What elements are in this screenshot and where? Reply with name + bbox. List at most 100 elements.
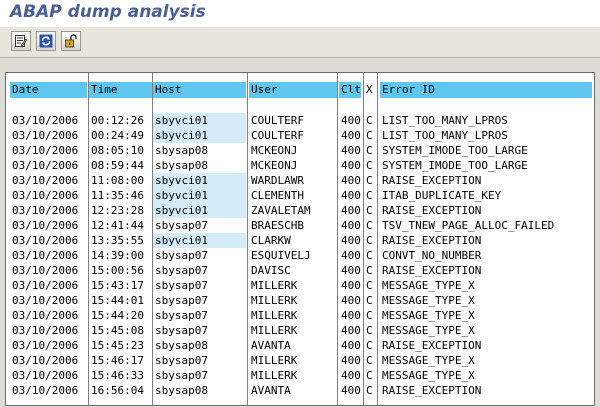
cell-x: C <box>366 264 373 277</box>
unlock-button[interactable] <box>61 31 81 51</box>
cell-host: sbysap07 <box>155 354 208 367</box>
table-row[interactable]: 03/10/2006 12:23:28 sbyvci01 ZAVALETAM 400 C R… <box>6 203 594 218</box>
cell-error-id: RAISE_EXCEPTION <box>382 384 482 397</box>
cell-client: 400 <box>341 159 361 172</box>
cell-host: sbyvci01 <box>153 173 246 188</box>
cell-user: MILLERK <box>251 309 298 322</box>
cell-x: C <box>366 144 373 157</box>
table-row[interactable]: 03/10/2006 15:46:33 sbysap07 MILLERK 400 C MES… <box>6 368 594 383</box>
cell-user: MILLERK <box>251 279 298 292</box>
table-row[interactable]: 03/10/2006 14:39:00 sbysap07 ESQUIVELJ 400 C C… <box>6 248 594 263</box>
cell-x: C <box>366 204 373 217</box>
table-row[interactable]: 03/10/2006 08:05:10 sbysap08 MCKEONJ 400 C SYS… <box>6 143 594 158</box>
cell-date: 03/10/2006 <box>12 309 79 322</box>
cell-client: 400 <box>341 129 361 142</box>
cell-client: 400 <box>341 204 361 217</box>
cell-host: sbysap08 <box>155 384 208 397</box>
table-row[interactable]: 03/10/2006 15:45:08 sbysap07 MILLERK 400 C MES… <box>6 323 594 338</box>
cell-date: 03/10/2006 <box>12 144 79 157</box>
table-row[interactable]: 03/10/2006 16:56:04 sbysap08 AVANTA 400 C RAIS… <box>6 383 594 398</box>
cell-x: C <box>366 174 373 187</box>
table-row[interactable]: 03/10/2006 15:00:56 sbysap07 DAVISC 400 C RAIS… <box>6 263 594 278</box>
table-row[interactable]: 03/10/2006 15:44:01 sbysap07 MILLERK 400 C MES… <box>6 293 594 308</box>
cell-date: 03/10/2006 <box>12 219 79 232</box>
cell-error-id: RAISE_EXCEPTION <box>382 264 482 277</box>
cell-date: 03/10/2006 <box>12 129 79 142</box>
cell-user: AVANTA <box>251 384 291 397</box>
cell-time: 15:45:23 <box>91 339 144 352</box>
cell-client: 400 <box>341 369 361 382</box>
cell-time: 08:59:44 <box>91 159 144 172</box>
header-time[interactable]: Time <box>89 82 152 98</box>
cell-time: 00:12:26 <box>91 114 144 127</box>
cell-date: 03/10/2006 <box>12 159 79 172</box>
table-row[interactable]: 03/10/2006 13:35:55 sbyvci01 CLARKW 400 C RAIS… <box>6 233 594 248</box>
title-bar: ABAP dump analysis <box>0 0 600 27</box>
header-user[interactable]: User <box>249 82 337 98</box>
cell-time: 15:44:20 <box>91 309 144 322</box>
display-button[interactable] <box>11 31 31 51</box>
cell-error-id: CONVT_NO_NUMBER <box>382 249 482 262</box>
cell-x: C <box>366 159 373 172</box>
table-row[interactable]: 03/10/2006 00:12:26 sbyvci01 COULTERF 400 C LI… <box>6 113 594 128</box>
cell-user: CLARKW <box>251 234 291 247</box>
header-error-id[interactable]: Error ID <box>380 82 592 98</box>
cell-date: 03/10/2006 <box>12 174 79 187</box>
cell-client: 400 <box>341 144 361 157</box>
table-row[interactable]: 03/10/2006 11:35:46 sbyvci01 CLEMENTH 400 C IT… <box>6 188 594 203</box>
cell-time: 15:43:17 <box>91 279 144 292</box>
table-row[interactable]: 03/10/2006 15:43:17 sbysap07 MILLERK 400 C MES… <box>6 278 594 293</box>
cell-error-id: RAISE_EXCEPTION <box>382 204 482 217</box>
cell-host: sbysap07 <box>155 264 208 277</box>
table-header: Date Time Host User Clt X Error ID <box>6 82 594 98</box>
cell-time: 13:35:55 <box>91 234 144 247</box>
cell-host: sbyvci01 <box>153 203 246 218</box>
table-row[interactable]: 03/10/2006 08:59:44 sbysap08 MCKEONJ 400 C SYS… <box>6 158 594 173</box>
refresh-button[interactable] <box>36 31 56 51</box>
cell-user: MCKEONJ <box>251 159 298 172</box>
unlock-icon <box>65 34 77 48</box>
cell-user: COULTERF <box>251 129 304 142</box>
cell-user: BRAESCHB <box>251 219 304 232</box>
page-title: ABAP dump analysis <box>10 2 206 22</box>
cell-error-id: MESSAGE_TYPE_X <box>382 294 475 307</box>
cell-client: 400 <box>341 174 361 187</box>
cell-host: sbysap07 <box>155 294 208 307</box>
cell-time: 15:46:33 <box>91 369 144 382</box>
refresh-icon <box>39 34 53 48</box>
cell-date: 03/10/2006 <box>12 234 79 247</box>
table-row[interactable]: 03/10/2006 15:44:20 sbysap07 MILLERK 400 C MES… <box>6 308 594 323</box>
cell-date: 03/10/2006 <box>12 369 79 382</box>
table-row[interactable]: 03/10/2006 15:46:17 sbysap07 MILLERK 400 C MES… <box>6 353 594 368</box>
cell-user: MCKEONJ <box>251 144 298 157</box>
cell-error-id: LIST_TOO_MANY_LPROS <box>382 129 508 142</box>
cell-user: AVANTA <box>251 339 291 352</box>
header-host[interactable]: Host <box>153 82 246 98</box>
cell-date: 03/10/2006 <box>12 384 79 397</box>
cell-x: C <box>366 384 373 397</box>
cell-x: C <box>366 234 373 247</box>
cell-time: 08:05:10 <box>91 144 144 157</box>
dump-list[interactable]: Date Time Host User Clt X Error ID 03/10… <box>5 72 595 406</box>
cell-host: sbysap07 <box>155 219 208 232</box>
cell-time: 15:45:08 <box>91 324 144 337</box>
cell-error-id: MESSAGE_TYPE_X <box>382 324 475 337</box>
cell-user: ESQUIVELJ <box>251 249 311 262</box>
table-row[interactable]: 03/10/2006 00:24:49 sbyvci01 COULTERF 400 C LI… <box>6 128 594 143</box>
table-row[interactable]: 03/10/2006 12:41:44 sbysap07 BRAESCHB 400 C TS… <box>6 218 594 233</box>
cell-time: 14:39:00 <box>91 249 144 262</box>
cell-date: 03/10/2006 <box>12 324 79 337</box>
cell-x: C <box>366 324 373 337</box>
table-row[interactable]: 03/10/2006 15:45:23 sbysap08 AVANTA 400 C RAIS… <box>6 338 594 353</box>
cell-date: 03/10/2006 <box>12 114 79 127</box>
cell-date: 03/10/2006 <box>12 354 79 367</box>
header-client[interactable]: Clt <box>339 82 361 98</box>
cell-date: 03/10/2006 <box>12 189 79 202</box>
cell-error-id: RAISE_EXCEPTION <box>382 339 482 352</box>
header-x[interactable]: X <box>365 82 375 98</box>
cell-user: COULTERF <box>251 114 304 127</box>
cell-client: 400 <box>341 339 361 352</box>
table-row[interactable]: 03/10/2006 11:08:00 sbyvci01 WARDLAWR 400 C RA… <box>6 173 594 188</box>
cell-date: 03/10/2006 <box>12 249 79 262</box>
header-date[interactable]: Date <box>10 82 87 98</box>
